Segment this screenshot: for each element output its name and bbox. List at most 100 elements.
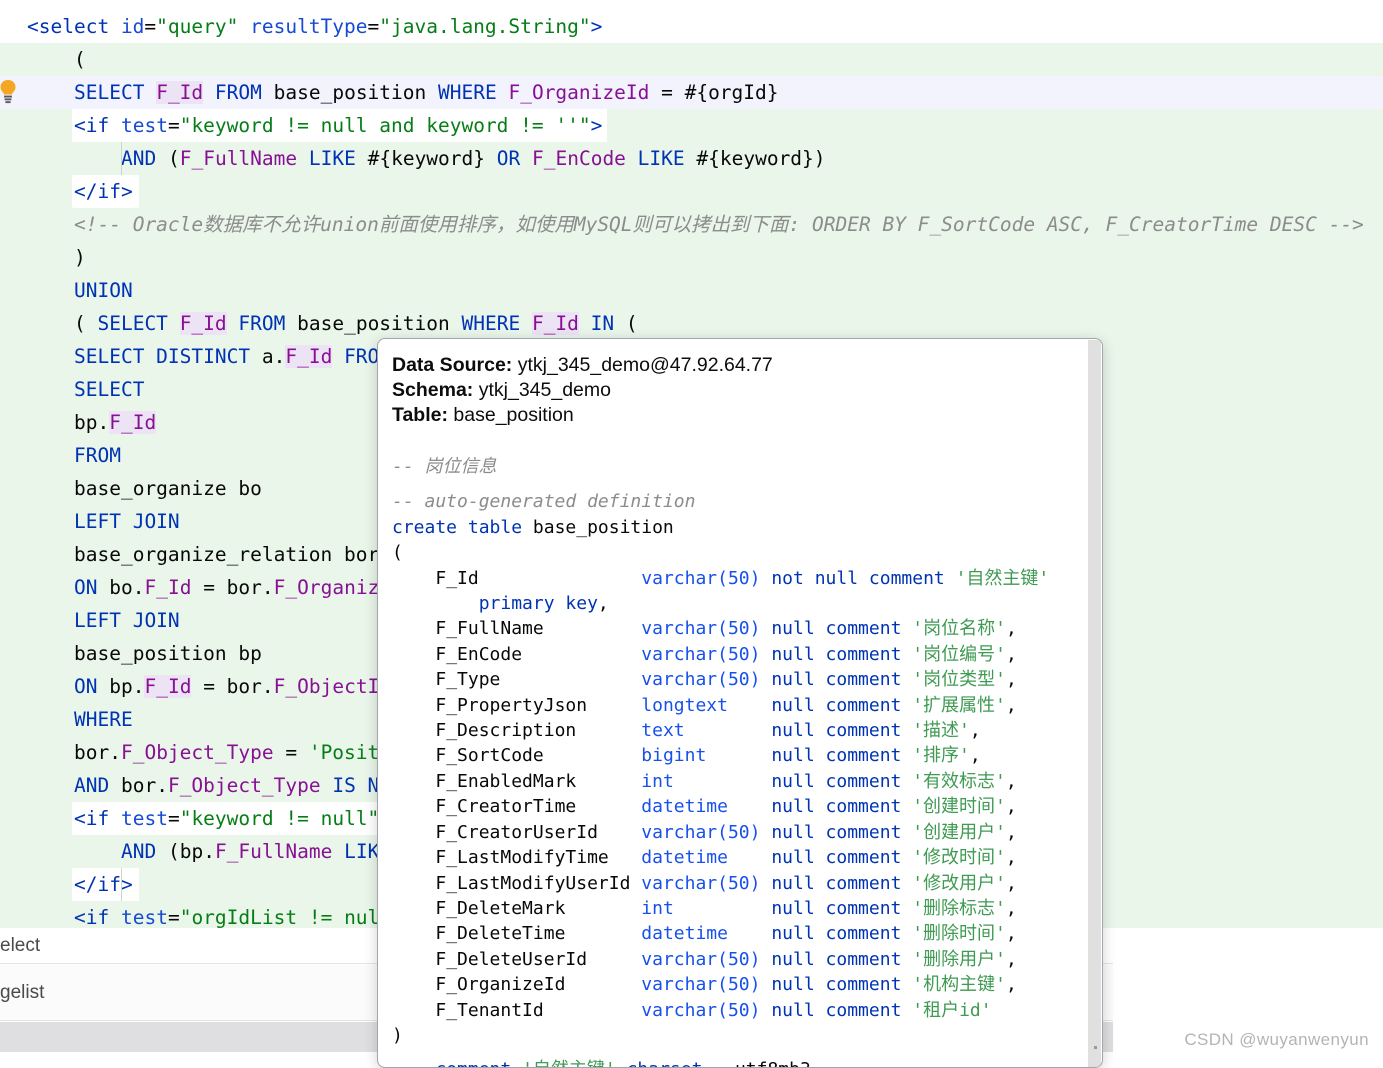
- ddl-column-row: F_EnabledMark int null comment '有效标志',: [435, 770, 1017, 792]
- ddl-col-name: F_DeleteTime: [435, 923, 642, 945]
- data-source-value: ytkj_345_demo@47.92.64.77: [517, 354, 773, 376]
- code-line[interactable]: (: [0, 43, 1383, 76]
- ddl-col-comment: '机构主键': [912, 974, 1006, 996]
- ddl-column-extra: primary key,: [478, 593, 609, 615]
- ddl-col-comment: '创建时间': [912, 796, 1006, 818]
- ddl-col-comment: '有效标志': [912, 770, 1006, 792]
- ddl-col-name: F_LastModifyUserId: [435, 872, 642, 894]
- popup-scrollbar-track[interactable]: [1088, 340, 1101, 1067]
- ddl-col-null: null: [771, 999, 815, 1021]
- ddl-comment-cn: -- 岗位信息: [392, 456, 497, 477]
- ddl-col-comment-kw: comment: [825, 618, 902, 640]
- ddl-col-name: F_SortCode: [435, 745, 642, 767]
- code-line[interactable]: <if test="keyword != null and keyword !=…: [0, 109, 1383, 142]
- ddl-col-type: int: [641, 770, 772, 792]
- ddl-col-comment: '自然主键': [955, 567, 1050, 589]
- code-line[interactable]: UNION: [0, 274, 1383, 307]
- ddl-column-row: F_LastModifyUserId varchar(50) null comm…: [435, 872, 1017, 894]
- ddl-column-row: F_SortCode bigint null comment '排序',: [435, 745, 981, 767]
- ddl-col-type: varchar(50): [641, 948, 772, 970]
- ddl-col-name: F_Id: [435, 567, 642, 589]
- ddl-col-type: datetime: [641, 796, 772, 818]
- indent-guide: [121, 868, 122, 901]
- ddl-col-null: null: [771, 923, 815, 945]
- code-line[interactable]: <!-- Oracle数据库不允许union前面使用排序，如使用MySQL则可以…: [0, 208, 1383, 241]
- ddl-column-row: F_LastModifyTime datetime null comment '…: [435, 847, 1017, 869]
- ddl-col-comment-kw: comment: [825, 923, 902, 945]
- code-line[interactable]: <select id="query" resultType="java.lang…: [0, 10, 1383, 43]
- ddl-col-comment-kw: comment: [825, 669, 902, 691]
- ddl-col-name: F_TenantId: [435, 999, 642, 1021]
- ddl-col-comment: '岗位编号': [912, 643, 1006, 665]
- data-source-row: Data Source: ytkj_345_demo@47.92.64.77: [392, 353, 1090, 378]
- ddl-col-comment-kw: comment: [825, 872, 902, 894]
- documentation-content: Data Source: ytkj_345_demo@47.92.64.77 S…: [378, 339, 1090, 1067]
- ddl-col-comment-kw: comment: [825, 720, 902, 742]
- ddl-col-null: null: [771, 897, 815, 919]
- ddl-col-type: varchar(50): [641, 999, 772, 1021]
- ddl-column-row: F_Type varchar(50) null comment '岗位类型',: [435, 669, 1017, 691]
- ddl-col-comment-kw: comment: [825, 847, 902, 869]
- ddl-col-name: F_Description: [435, 720, 642, 742]
- ddl-col-type: varchar(50): [641, 974, 772, 996]
- ddl-col-comment: '排序': [912, 745, 970, 767]
- ddl-col-comment: '扩展属性': [912, 694, 1006, 716]
- ddl-col-name: F_OrganizeId: [435, 974, 642, 996]
- code-line[interactable]: </if>: [0, 175, 1383, 208]
- ddl-column-row: F_Description text null comment '描述',: [435, 720, 981, 742]
- ddl-col-comment: '租户id': [912, 999, 992, 1021]
- popup-scrollbar-thumb[interactable]: [1088, 343, 1099, 943]
- ddl-col-comment: '岗位名称': [912, 618, 1006, 640]
- ddl-col-comment-kw: comment: [825, 694, 902, 716]
- ddl-block: -- 岗位信息: [392, 454, 1090, 479]
- code-line[interactable]: AND (F_FullName LIKE #{keyword} OR F_EnC…: [0, 142, 1383, 175]
- ddl-column-row: F_DeleteMark int null comment '删除标志',: [435, 897, 1017, 919]
- popup-resize-handle[interactable]: [1094, 1046, 1097, 1049]
- ddl-col-null: null: [771, 796, 815, 818]
- ddl-col-type: text: [641, 720, 772, 742]
- completion-item-label: gelist: [0, 981, 45, 1003]
- ddl-col-name: F_DeleteUserId: [435, 948, 642, 970]
- ddl-col-comment: '删除时间': [912, 923, 1006, 945]
- ddl-col-null: null: [771, 720, 815, 742]
- ddl-col-null: null: [771, 745, 815, 767]
- ddl-col-null: not null: [771, 567, 859, 589]
- code-line[interactable]: ): [0, 241, 1383, 274]
- ddl-footer: comment '自然主键' charset = utf8mb3: [392, 1057, 1090, 1067]
- ddl-col-comment-kw: comment: [825, 821, 902, 843]
- ddl-col-type: datetime: [641, 923, 772, 945]
- ddl-table-name: base_position: [532, 516, 674, 538]
- watermark: CSDN @wuyanwenyun: [1184, 1030, 1369, 1049]
- ddl-column-list: F_Id varchar(50) not null comment '自然主键'…: [392, 566, 1090, 1023]
- ddl-col-type: varchar(50): [641, 618, 772, 640]
- ddl-column-row: F_PropertyJson longtext null comment '扩展…: [435, 694, 1017, 716]
- ddl-col-null: null: [771, 770, 815, 792]
- ddl-auto-comment-line: -- auto-generated definition: [392, 489, 1090, 514]
- ddl-col-comment: '创建用户': [912, 821, 1006, 843]
- ddl-col-null: null: [771, 643, 815, 665]
- ddl-col-name: F_CreatorUserId: [435, 821, 642, 843]
- documentation-popup[interactable]: Data Source: ytkj_345_demo@47.92.64.77 S…: [377, 338, 1103, 1068]
- ddl-col-name: F_EnCode: [435, 643, 642, 665]
- ddl-col-comment: '岗位类型': [912, 669, 1006, 691]
- ddl-col-type: varchar(50): [641, 872, 772, 894]
- code-line[interactable]: ( SELECT F_Id FROM base_position WHERE F…: [0, 307, 1383, 340]
- code-line[interactable]: SELECT F_Id FROM base_position WHERE F_O…: [0, 76, 1383, 109]
- schema-label: Schema:: [392, 379, 474, 401]
- schema-row: Schema: ytkj_345_demo: [392, 378, 1090, 403]
- ddl-col-comment-kw: comment: [868, 567, 945, 589]
- ddl-col-type: varchar(50): [641, 669, 772, 691]
- ddl-col-comment-kw: comment: [825, 999, 902, 1021]
- ddl-column-row: F_DeleteUserId varchar(50) null comment …: [435, 948, 1017, 970]
- ddl-col-name: F_PropertyJson: [435, 694, 642, 716]
- ddl-col-type: longtext: [641, 694, 772, 716]
- ddl-col-comment-kw: comment: [825, 796, 902, 818]
- ddl-col-name: F_DeleteMark: [435, 897, 642, 919]
- ddl-col-comment-kw: comment: [825, 948, 902, 970]
- ddl-comment-auto: -- auto-generated definition: [392, 491, 696, 513]
- ddl-col-null: null: [771, 948, 815, 970]
- ddl-column-row: F_FullName varchar(50) null comment '岗位名…: [435, 618, 1017, 640]
- ddl-col-name: F_CreatorTime: [435, 796, 642, 818]
